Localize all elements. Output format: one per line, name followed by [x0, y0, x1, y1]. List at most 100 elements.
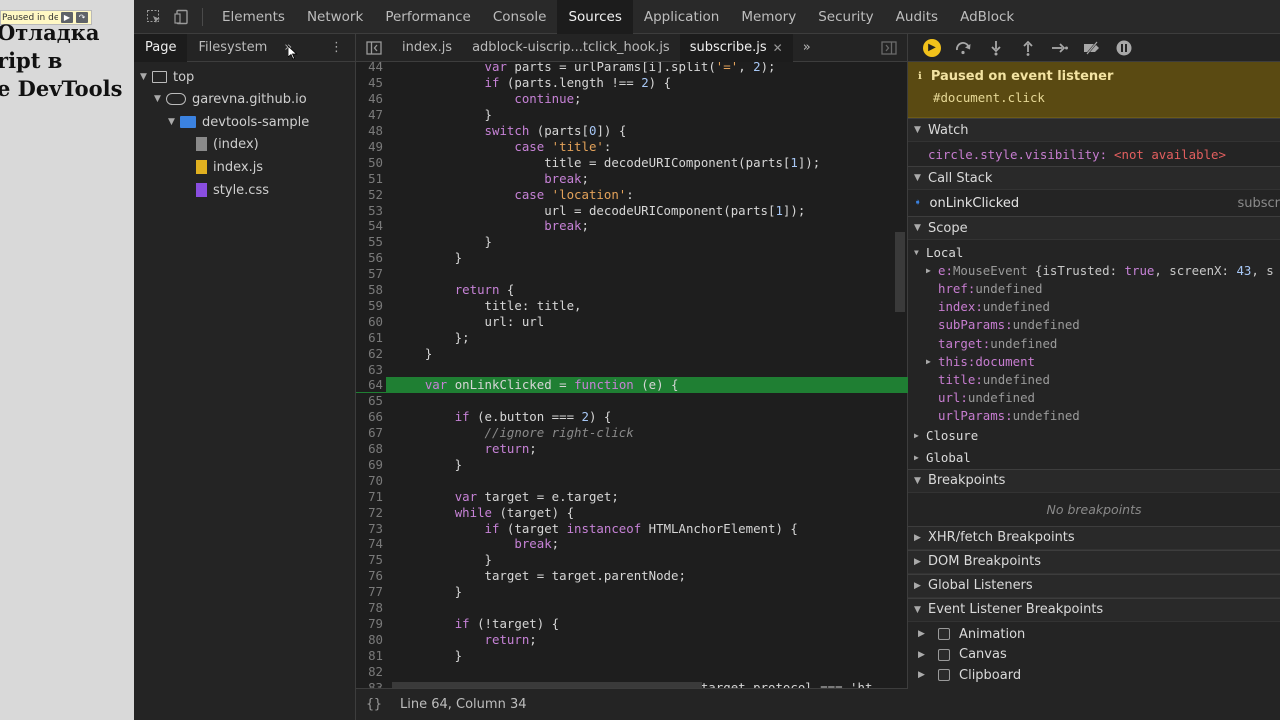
checkbox[interactable]: [938, 669, 950, 682]
code-line[interactable]: 77 }: [356, 584, 908, 600]
scope-variable[interactable]: href: undefined: [926, 279, 1280, 297]
line-number[interactable]: 79: [356, 616, 386, 631]
code-line[interactable]: 57: [356, 266, 908, 282]
line-number[interactable]: 61: [356, 330, 386, 345]
line-number[interactable]: 77: [356, 584, 386, 599]
line-number[interactable]: 72: [356, 505, 386, 520]
section-xhr-breakpoints[interactable]: ▶ XHR/fetch Breakpoints: [908, 525, 1280, 550]
code-line[interactable]: 45 if (parts.length !== 2) {: [356, 75, 908, 91]
device-toolbar-icon[interactable]: [168, 0, 196, 34]
line-number[interactable]: 51: [356, 171, 386, 186]
call-frame[interactable]: ➧ onLinkClicked subscr: [908, 190, 1280, 216]
section-call-stack[interactable]: ▼ Call Stack: [908, 166, 1280, 190]
step-out-button[interactable]: [1012, 34, 1044, 62]
checkbox[interactable]: [938, 648, 950, 661]
code-line[interactable]: 59 title: title,: [356, 298, 908, 314]
toggle-navigator-icon[interactable]: [356, 34, 392, 62]
code-line[interactable]: 61 };: [356, 329, 908, 345]
line-number[interactable]: 76: [356, 568, 386, 583]
line-number[interactable]: 68: [356, 441, 386, 456]
tab-adblock[interactable]: AdBlock: [949, 0, 1025, 34]
event-category-clipboard[interactable]: ▶ Clipboard: [908, 665, 1280, 686]
code-line[interactable]: 46 continue;: [356, 91, 908, 107]
code-line[interactable]: 51 break;: [356, 170, 908, 186]
code-line[interactable]: 54 break;: [356, 218, 908, 234]
step-button[interactable]: [1044, 34, 1076, 62]
code-line[interactable]: 60 url: url: [356, 313, 908, 329]
tree-item-domain[interactable]: ▼ garevna.github.io: [154, 88, 307, 110]
code-line[interactable]: 47 }: [356, 107, 908, 123]
code-area[interactable]: 44 var parts = urlParams[i].split('=', 2…: [356, 62, 908, 688]
code-line[interactable]: 53 url = decodeURIComponent(parts[1]);: [356, 202, 908, 218]
line-number[interactable]: 54: [356, 218, 386, 233]
tree-item-top[interactable]: ▼ top: [140, 66, 194, 88]
line-number[interactable]: 50: [356, 155, 386, 170]
code-line[interactable]: 79 if (!target) {: [356, 616, 908, 632]
code-line[interactable]: 69 }: [356, 457, 908, 473]
editor-tab-index-js[interactable]: index.js: [392, 34, 462, 62]
line-number[interactable]: 81: [356, 648, 386, 663]
event-category-animation[interactable]: ▶ Animation: [908, 624, 1280, 645]
section-event-listener-breakpoints[interactable]: ▼ Event Listener Breakpoints: [908, 597, 1280, 622]
line-number[interactable]: 53: [356, 203, 386, 218]
code-line[interactable]: 80 return;: [356, 631, 908, 647]
tab-security[interactable]: Security: [807, 0, 884, 34]
line-number[interactable]: 69: [356, 457, 386, 472]
line-number[interactable]: 48: [356, 123, 386, 138]
scope-variable[interactable]: index: undefined: [926, 298, 1280, 316]
expand-arrow-icon[interactable]: ▼: [168, 117, 180, 127]
deactivate-breakpoints-button[interactable]: [1076, 34, 1108, 62]
code-line[interactable]: 56 }: [356, 250, 908, 266]
code-line[interactable]: 52 case 'location':: [356, 186, 908, 202]
scope-variable[interactable]: title: undefined: [926, 370, 1280, 388]
line-number[interactable]: 74: [356, 536, 386, 551]
line-number[interactable]: 73: [356, 521, 386, 536]
pretty-print-icon[interactable]: {}: [356, 697, 392, 712]
line-number[interactable]: 71: [356, 489, 386, 504]
tree-item-index-js[interactable]: index.js: [196, 156, 263, 178]
scope-variable[interactable]: urlParams: undefined: [926, 407, 1280, 425]
code-line[interactable]: 49 case 'title':: [356, 139, 908, 155]
line-number[interactable]: 57: [356, 266, 386, 281]
section-watch[interactable]: ▼ Watch: [908, 118, 1280, 142]
code-line[interactable]: 81 }: [356, 647, 908, 663]
tab-memory[interactable]: Memory: [730, 0, 807, 34]
step-into-button[interactable]: [980, 34, 1012, 62]
scope-closure[interactable]: ▶ Closure: [914, 425, 1280, 447]
code-line[interactable]: 70: [356, 472, 908, 488]
line-number[interactable]: 65: [356, 393, 386, 408]
section-scope[interactable]: ▼ Scope: [908, 216, 1280, 240]
scope-variable[interactable]: ▶ e: MouseEvent {isTrusted: true, screenX…: [926, 261, 1280, 279]
kebab-menu-icon[interactable]: ⋮: [330, 40, 355, 55]
line-number[interactable]: 55: [356, 234, 386, 249]
line-number[interactable]: 49: [356, 139, 386, 154]
watch-expression[interactable]: circle.style.visibility: <not available>: [928, 142, 1280, 166]
editor-tab-subscribe-js[interactable]: subscribe.js ✕: [679, 33, 793, 62]
scope-variable[interactable]: url: undefined: [926, 389, 1280, 407]
line-number[interactable]: 78: [356, 600, 386, 615]
tab-filesystem[interactable]: Filesystem: [187, 34, 278, 62]
paused-code-line[interactable]: 64 var onLinkClicked = function (e) {: [356, 377, 908, 393]
tab-performance[interactable]: Performance: [374, 0, 482, 34]
expand-arrow-icon[interactable]: ▼: [140, 72, 152, 82]
scope-local[interactable]: ▼ Local: [914, 243, 1280, 261]
line-number[interactable]: 60: [356, 314, 386, 329]
code-line[interactable]: 65: [356, 393, 908, 409]
line-number[interactable]: 59: [356, 298, 386, 313]
line-number[interactable]: 83: [356, 680, 386, 688]
code-line[interactable]: 72 while (target) {: [356, 504, 908, 520]
code-line[interactable]: 58 return {: [356, 282, 908, 298]
line-number[interactable]: 75: [356, 552, 386, 567]
code-line[interactable]: 67 //ignore right-click: [356, 425, 908, 441]
code-line[interactable]: 75 }: [356, 552, 908, 568]
close-icon[interactable]: ✕: [773, 41, 783, 55]
line-number[interactable]: 64: [356, 377, 386, 393]
line-number[interactable]: 52: [356, 187, 386, 202]
step-over-button[interactable]: [948, 34, 980, 62]
tab-application[interactable]: Application: [633, 0, 730, 34]
section-global-listeners[interactable]: ▶ Global Listeners: [908, 573, 1280, 598]
code-line[interactable]: 48 switch (parts[0]) {: [356, 123, 908, 139]
line-number[interactable]: 67: [356, 425, 386, 440]
line-number[interactable]: 46: [356, 91, 386, 106]
tab-elements[interactable]: Elements: [211, 0, 296, 34]
